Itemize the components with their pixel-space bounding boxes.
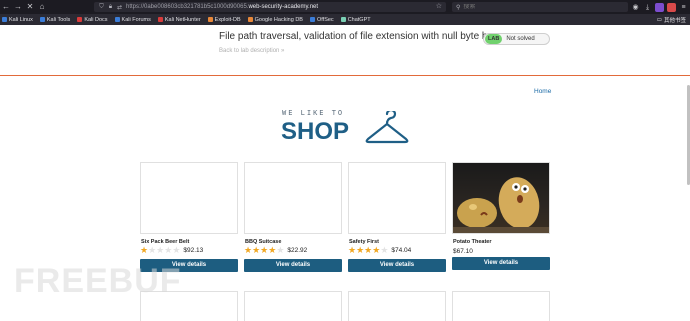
star-empty-icon: ★	[148, 245, 157, 255]
star-empty-icon: ★	[380, 245, 389, 255]
extension-icon[interactable]	[655, 2, 664, 12]
star-filled-icon: ★	[364, 245, 373, 255]
other-bookmarks[interactable]: ▭ 其他书签	[657, 14, 686, 25]
exploit-db-icon	[207, 17, 213, 22]
google-hacking-db-icon	[247, 17, 253, 22]
star-empty-icon: ★	[164, 245, 173, 255]
bookmark-kali-linux[interactable]: Kali Linux	[2, 17, 33, 23]
lab-status-widget: LAB Not solved	[483, 33, 550, 45]
logo-word: SHOP	[281, 118, 350, 145]
product-price: $22.92	[287, 247, 308, 254]
product-card[interactable]	[244, 291, 342, 321]
bookmarks-bar: Kali Linux Kali Tools Kali Docs Kali For…	[0, 14, 690, 25]
view-details-button[interactable]: View details	[244, 259, 342, 272]
star-empty-icon: ★	[276, 245, 285, 255]
bookmark-kali-docs[interactable]: Kali Docs	[77, 17, 108, 23]
lab-status-text: Not solved	[506, 36, 535, 42]
product-image[interactable]	[348, 162, 446, 234]
star-filled-icon: ★	[244, 245, 253, 255]
search-icon: ⚲	[456, 4, 461, 11]
potato-theater-image	[453, 177, 549, 233]
hanger-icon	[365, 111, 409, 144]
burp-extension-icon[interactable]	[667, 2, 676, 12]
product-image[interactable]	[244, 162, 342, 234]
star-filled-icon: ★	[260, 245, 269, 255]
permissions-icon[interactable]: ⇄	[115, 4, 124, 11]
product-name: Potato Theater	[453, 239, 492, 245]
view-details-button[interactable]: View details	[452, 257, 550, 270]
star-empty-icon: ★	[172, 245, 181, 255]
star-filled-icon: ★	[356, 245, 365, 255]
chevron-right-icon: »	[281, 48, 285, 54]
lab-header: File path traversal, validation of file …	[0, 25, 690, 76]
offsec-icon	[309, 17, 315, 22]
folder-icon: ▭	[656, 16, 662, 23]
product-price: $92.13	[183, 247, 204, 254]
product-image[interactable]	[140, 162, 238, 234]
pocket-icon[interactable]: ◉	[631, 3, 640, 12]
bookmark-kali-tools[interactable]: Kali Tools	[39, 17, 70, 23]
shield-icon[interactable]: ⛉	[97, 4, 106, 11]
star-filled-icon: ★	[140, 245, 149, 255]
star-empty-icon: ★	[156, 245, 165, 255]
stop-icon[interactable]: ✕	[24, 0, 36, 14]
browser-toolbar: ← → ✕ ⌂ ⛉ 🔒︎ ⇄ https://0abe008603cb32178…	[0, 0, 690, 14]
bookmark-star-icon[interactable]: ☆	[436, 2, 442, 12]
view-details-button[interactable]: View details	[348, 259, 446, 272]
kali-nethunter-icon	[157, 17, 163, 22]
search-input[interactable]	[463, 4, 614, 10]
product-price: $67.10	[453, 248, 473, 255]
kali-docs-icon	[77, 17, 83, 22]
bookmark-exploit-db[interactable]: Exploit-DB	[207, 17, 241, 23]
product-rating: ★ ★ ★ ★ ★ $74.04	[348, 246, 411, 255]
kali-forums-icon	[114, 17, 120, 22]
product-card[interactable]	[348, 291, 446, 321]
bookmark-chatgpt[interactable]: ChatGPT	[340, 17, 371, 23]
logo-tagline: WE LIKE TO	[282, 109, 345, 117]
chatgpt-icon	[340, 17, 346, 22]
toolbar-actions: ◉ ⤓ ≡	[631, 0, 688, 14]
shop-logo: WE LIKE TO SHOP	[280, 107, 410, 147]
forward-icon[interactable]: →	[12, 0, 24, 14]
product-image[interactable]	[452, 162, 550, 234]
menu-icon[interactable]: ≡	[679, 3, 688, 12]
lock-icon[interactable]: 🔒︎	[106, 4, 115, 11]
watermark: FREEBUF	[14, 262, 182, 300]
star-filled-icon: ★	[252, 245, 261, 255]
star-filled-icon: ★	[348, 245, 357, 255]
back-to-lab-description-link[interactable]: Back to lab description »	[219, 48, 284, 54]
star-filled-icon: ★	[268, 245, 277, 255]
url-text[interactable]: https://0abe008603cb321781b5c1000d90065.…	[126, 4, 318, 10]
product-price: $74.04	[391, 247, 412, 254]
product-card[interactable]	[452, 291, 550, 321]
product-rating: ★ ★ ★ ★ ★ $22.92	[244, 246, 307, 255]
back-icon[interactable]: ←	[0, 0, 12, 14]
home-icon[interactable]: ⌂	[36, 0, 48, 14]
search-bar[interactable]: ⚲	[452, 2, 628, 12]
bookmark-kali-nethunter[interactable]: Kali NetHunter	[157, 17, 201, 23]
lab-tag: LAB	[485, 34, 503, 44]
kali-tools-icon	[39, 17, 45, 22]
bookmark-google-hacking-db[interactable]: Google Hacking DB	[247, 17, 303, 23]
home-link[interactable]: Home	[534, 88, 551, 95]
bookmark-offsec[interactable]: OffSec	[309, 17, 334, 23]
downloads-icon[interactable]: ⤓	[643, 3, 652, 12]
bookmark-kali-forums[interactable]: Kali Forums	[114, 17, 151, 23]
lab-title: File path traversal, validation of file …	[219, 31, 514, 42]
star-filled-icon: ★	[372, 245, 381, 255]
product-rating: ★ ★ ★ ★ ★ $92.13	[140, 246, 203, 255]
kali-linux-icon	[2, 17, 7, 22]
url-bar[interactable]: ⛉ 🔒︎ ⇄ https://0abe008603cb321781b5c1000…	[94, 2, 446, 12]
